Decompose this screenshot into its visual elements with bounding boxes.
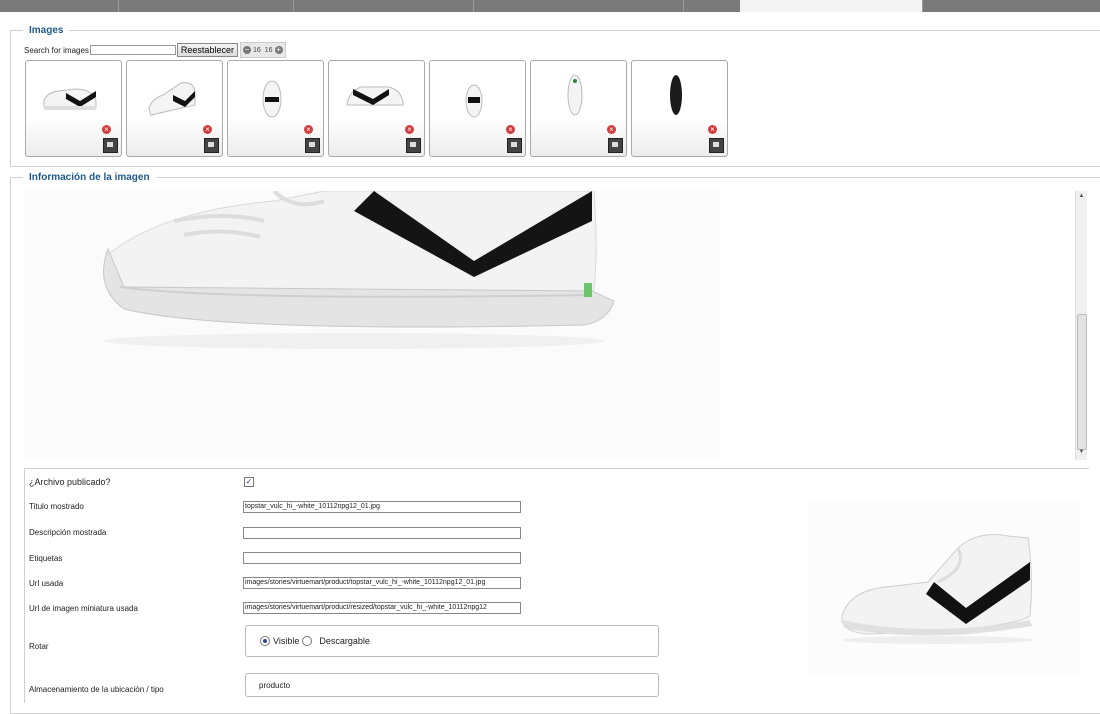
delete-icon[interactable]: × bbox=[203, 125, 212, 134]
image-thumbnail[interactable]: × bbox=[126, 60, 223, 157]
edit-icon[interactable] bbox=[406, 138, 421, 153]
shoe-sole-thumbnail-icon bbox=[670, 75, 682, 115]
thumb-url-label: Url de imagen miniatura usada bbox=[29, 604, 138, 613]
title-input[interactable]: topstar_vulc_hi_-white_10112npg12_01.jpg bbox=[243, 501, 521, 513]
tab-6[interactable] bbox=[922, 0, 1100, 12]
url-input[interactable]: images/stories/virtuemart/product/topsta… bbox=[243, 577, 521, 589]
image-side-preview bbox=[808, 498, 1080, 678]
shoe-side-thumbnail-icon bbox=[43, 88, 97, 110]
pager: − 16 16 + bbox=[239, 42, 286, 58]
shoe-angle-thumbnail-icon bbox=[148, 82, 196, 116]
search-label: Search for images bbox=[24, 45, 89, 55]
delete-icon[interactable]: × bbox=[102, 125, 111, 134]
thumbnail-strip: × × × × × × × bbox=[25, 60, 732, 157]
scroll-up-icon[interactable]: ▲ bbox=[1076, 193, 1087, 202]
shoe-profile-thumbnail-icon bbox=[346, 86, 404, 106]
tab-3[interactable] bbox=[293, 0, 474, 12]
delete-icon[interactable]: × bbox=[405, 125, 414, 134]
tags-label: Etiquetas bbox=[29, 554, 63, 563]
delete-icon[interactable]: × bbox=[304, 125, 313, 134]
pager-prev-icon[interactable]: − bbox=[242, 46, 251, 54]
shoe-preview-image bbox=[24, 191, 720, 459]
description-label: Descripción mostrada bbox=[29, 528, 107, 537]
visible-label: Visible bbox=[273, 636, 300, 646]
scroll-down-icon[interactable]: ▼ bbox=[1076, 449, 1087, 458]
image-info-legend: Información de la imagen bbox=[29, 172, 150, 183]
delete-icon[interactable]: × bbox=[607, 125, 616, 134]
image-thumbnail[interactable]: × bbox=[227, 60, 324, 157]
published-checkbox[interactable]: ✓ bbox=[244, 477, 254, 487]
thumb-url-input[interactable]: images/stories/virtuemart/product/resize… bbox=[243, 602, 521, 614]
edit-icon[interactable] bbox=[507, 138, 522, 153]
image-search-row: Search for images Reestablecer − 16 16 + bbox=[24, 42, 286, 58]
image-thumbnail[interactable]: × bbox=[328, 60, 425, 157]
preview-scrollbar[interactable]: ▲ ▼ bbox=[1075, 191, 1087, 460]
search-input[interactable] bbox=[89, 45, 176, 55]
scrollbar-thumb[interactable] bbox=[1077, 314, 1087, 450]
pager-current: 16 bbox=[252, 46, 261, 54]
shoe-hightop-image bbox=[808, 498, 1080, 678]
downloadable-radio[interactable] bbox=[302, 636, 313, 646]
downloadable-label: Descargable bbox=[319, 636, 370, 646]
delete-icon[interactable]: × bbox=[708, 125, 717, 134]
pager-next-icon[interactable]: + bbox=[274, 46, 283, 54]
tab-images[interactable] bbox=[740, 0, 923, 12]
images-legend: Images bbox=[29, 25, 64, 36]
published-label: ¿Archivo publicado? bbox=[29, 477, 111, 487]
image-thumbnail[interactable]: × bbox=[429, 60, 526, 157]
visible-radio[interactable] bbox=[260, 636, 270, 646]
title-label: Titulo mostrado bbox=[29, 502, 84, 511]
image-thumbnail[interactable]: × bbox=[631, 60, 728, 157]
tab-1[interactable] bbox=[0, 0, 119, 12]
edit-icon[interactable] bbox=[103, 138, 118, 153]
image-thumbnail[interactable]: × bbox=[530, 60, 627, 157]
edit-icon[interactable] bbox=[709, 138, 724, 153]
storage-field[interactable]: producto bbox=[245, 673, 659, 697]
rotate-label: Rotar bbox=[29, 642, 49, 651]
description-input[interactable] bbox=[243, 527, 521, 539]
tab-4[interactable] bbox=[473, 0, 684, 12]
shoe-top-thumbnail-icon bbox=[567, 74, 583, 116]
pager-total: 16 bbox=[264, 46, 273, 54]
edit-icon[interactable] bbox=[305, 138, 320, 153]
delete-icon[interactable]: × bbox=[506, 125, 515, 134]
storage-label: Almacenamiento de la ubicación / tipo bbox=[29, 685, 164, 694]
image-preview bbox=[24, 191, 720, 459]
reset-button[interactable]: Reestablecer bbox=[176, 43, 238, 57]
rotate-options: Visible Descargable bbox=[245, 625, 659, 657]
edit-icon[interactable] bbox=[204, 138, 219, 153]
shoe-back-thumbnail-icon bbox=[465, 84, 483, 118]
shoe-front-thumbnail-icon bbox=[262, 80, 282, 118]
tab-bar bbox=[0, 0, 1100, 12]
edit-icon[interactable] bbox=[608, 138, 623, 153]
tags-input[interactable] bbox=[243, 552, 521, 564]
url-label: Url usada bbox=[29, 579, 64, 588]
image-thumbnail[interactable]: × bbox=[25, 60, 122, 157]
tab-2[interactable] bbox=[118, 0, 294, 12]
